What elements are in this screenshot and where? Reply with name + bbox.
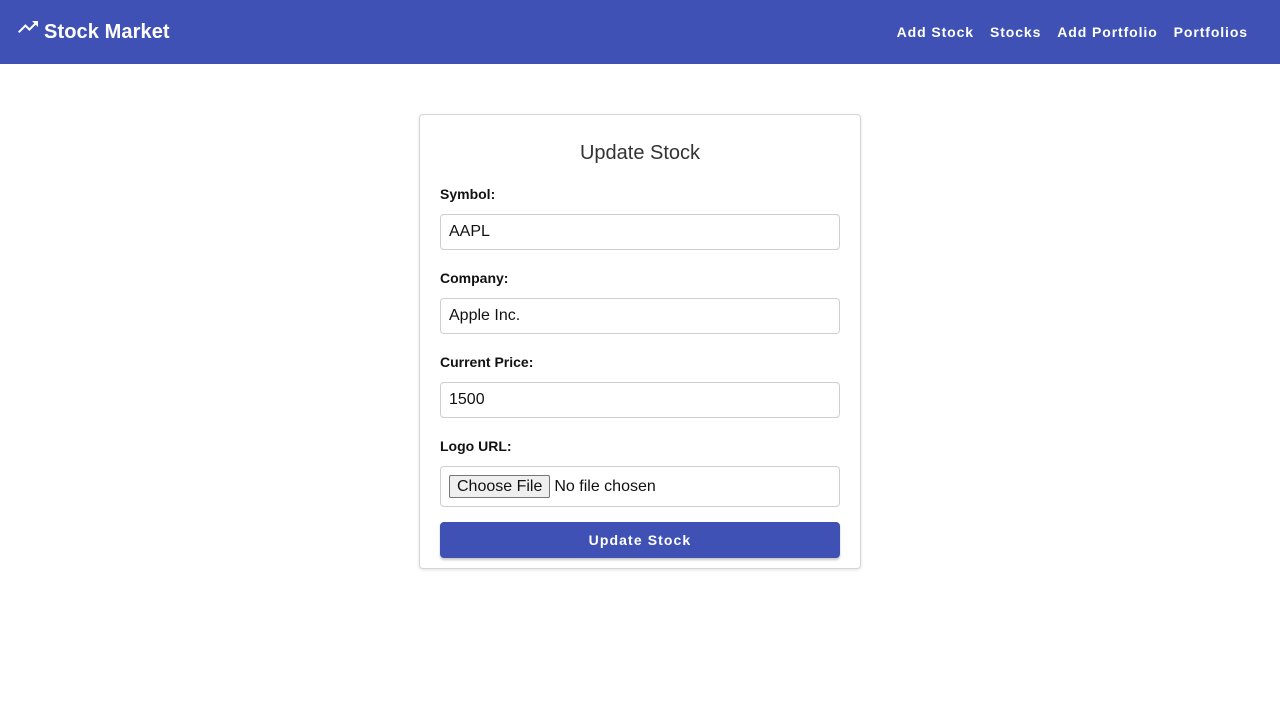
company-label: Company: [440,270,509,286]
price-label: Current Price: [440,354,534,370]
nav-stocks[interactable]: Stocks [982,16,1049,48]
main-nav: Add Stock Stocks Add Portfolio Portfolio… [889,16,1256,48]
symbol-label: Symbol: [440,186,496,202]
choose-file-button[interactable]: Choose File [449,475,551,498]
nav-add-portfolio[interactable]: Add Portfolio [1049,16,1165,48]
nav-add-stock[interactable]: Add Stock [889,16,982,48]
update-stock-button[interactable]: Update Stock [440,522,840,558]
symbol-input[interactable] [440,214,840,250]
trending-up-icon [16,20,40,44]
file-status-text: No file chosen [554,477,656,495]
update-stock-card: Update Stock Symbol: Company: Current Pr… [419,114,861,569]
logo-file-input: Choose File No file chosen [440,466,840,507]
nav-portfolios[interactable]: Portfolios [1166,16,1256,48]
form-title: Update Stock [579,142,701,164]
logo-url-label: Logo URL: [440,438,512,454]
current-price-input[interactable] [440,382,840,418]
app-toolbar: Stock Market Add Stock Stocks Add Portfo… [0,0,1280,64]
brand-link[interactable]: Stock Market [16,20,170,44]
company-input[interactable] [440,298,840,334]
brand-title: Stock Market [44,20,170,43]
